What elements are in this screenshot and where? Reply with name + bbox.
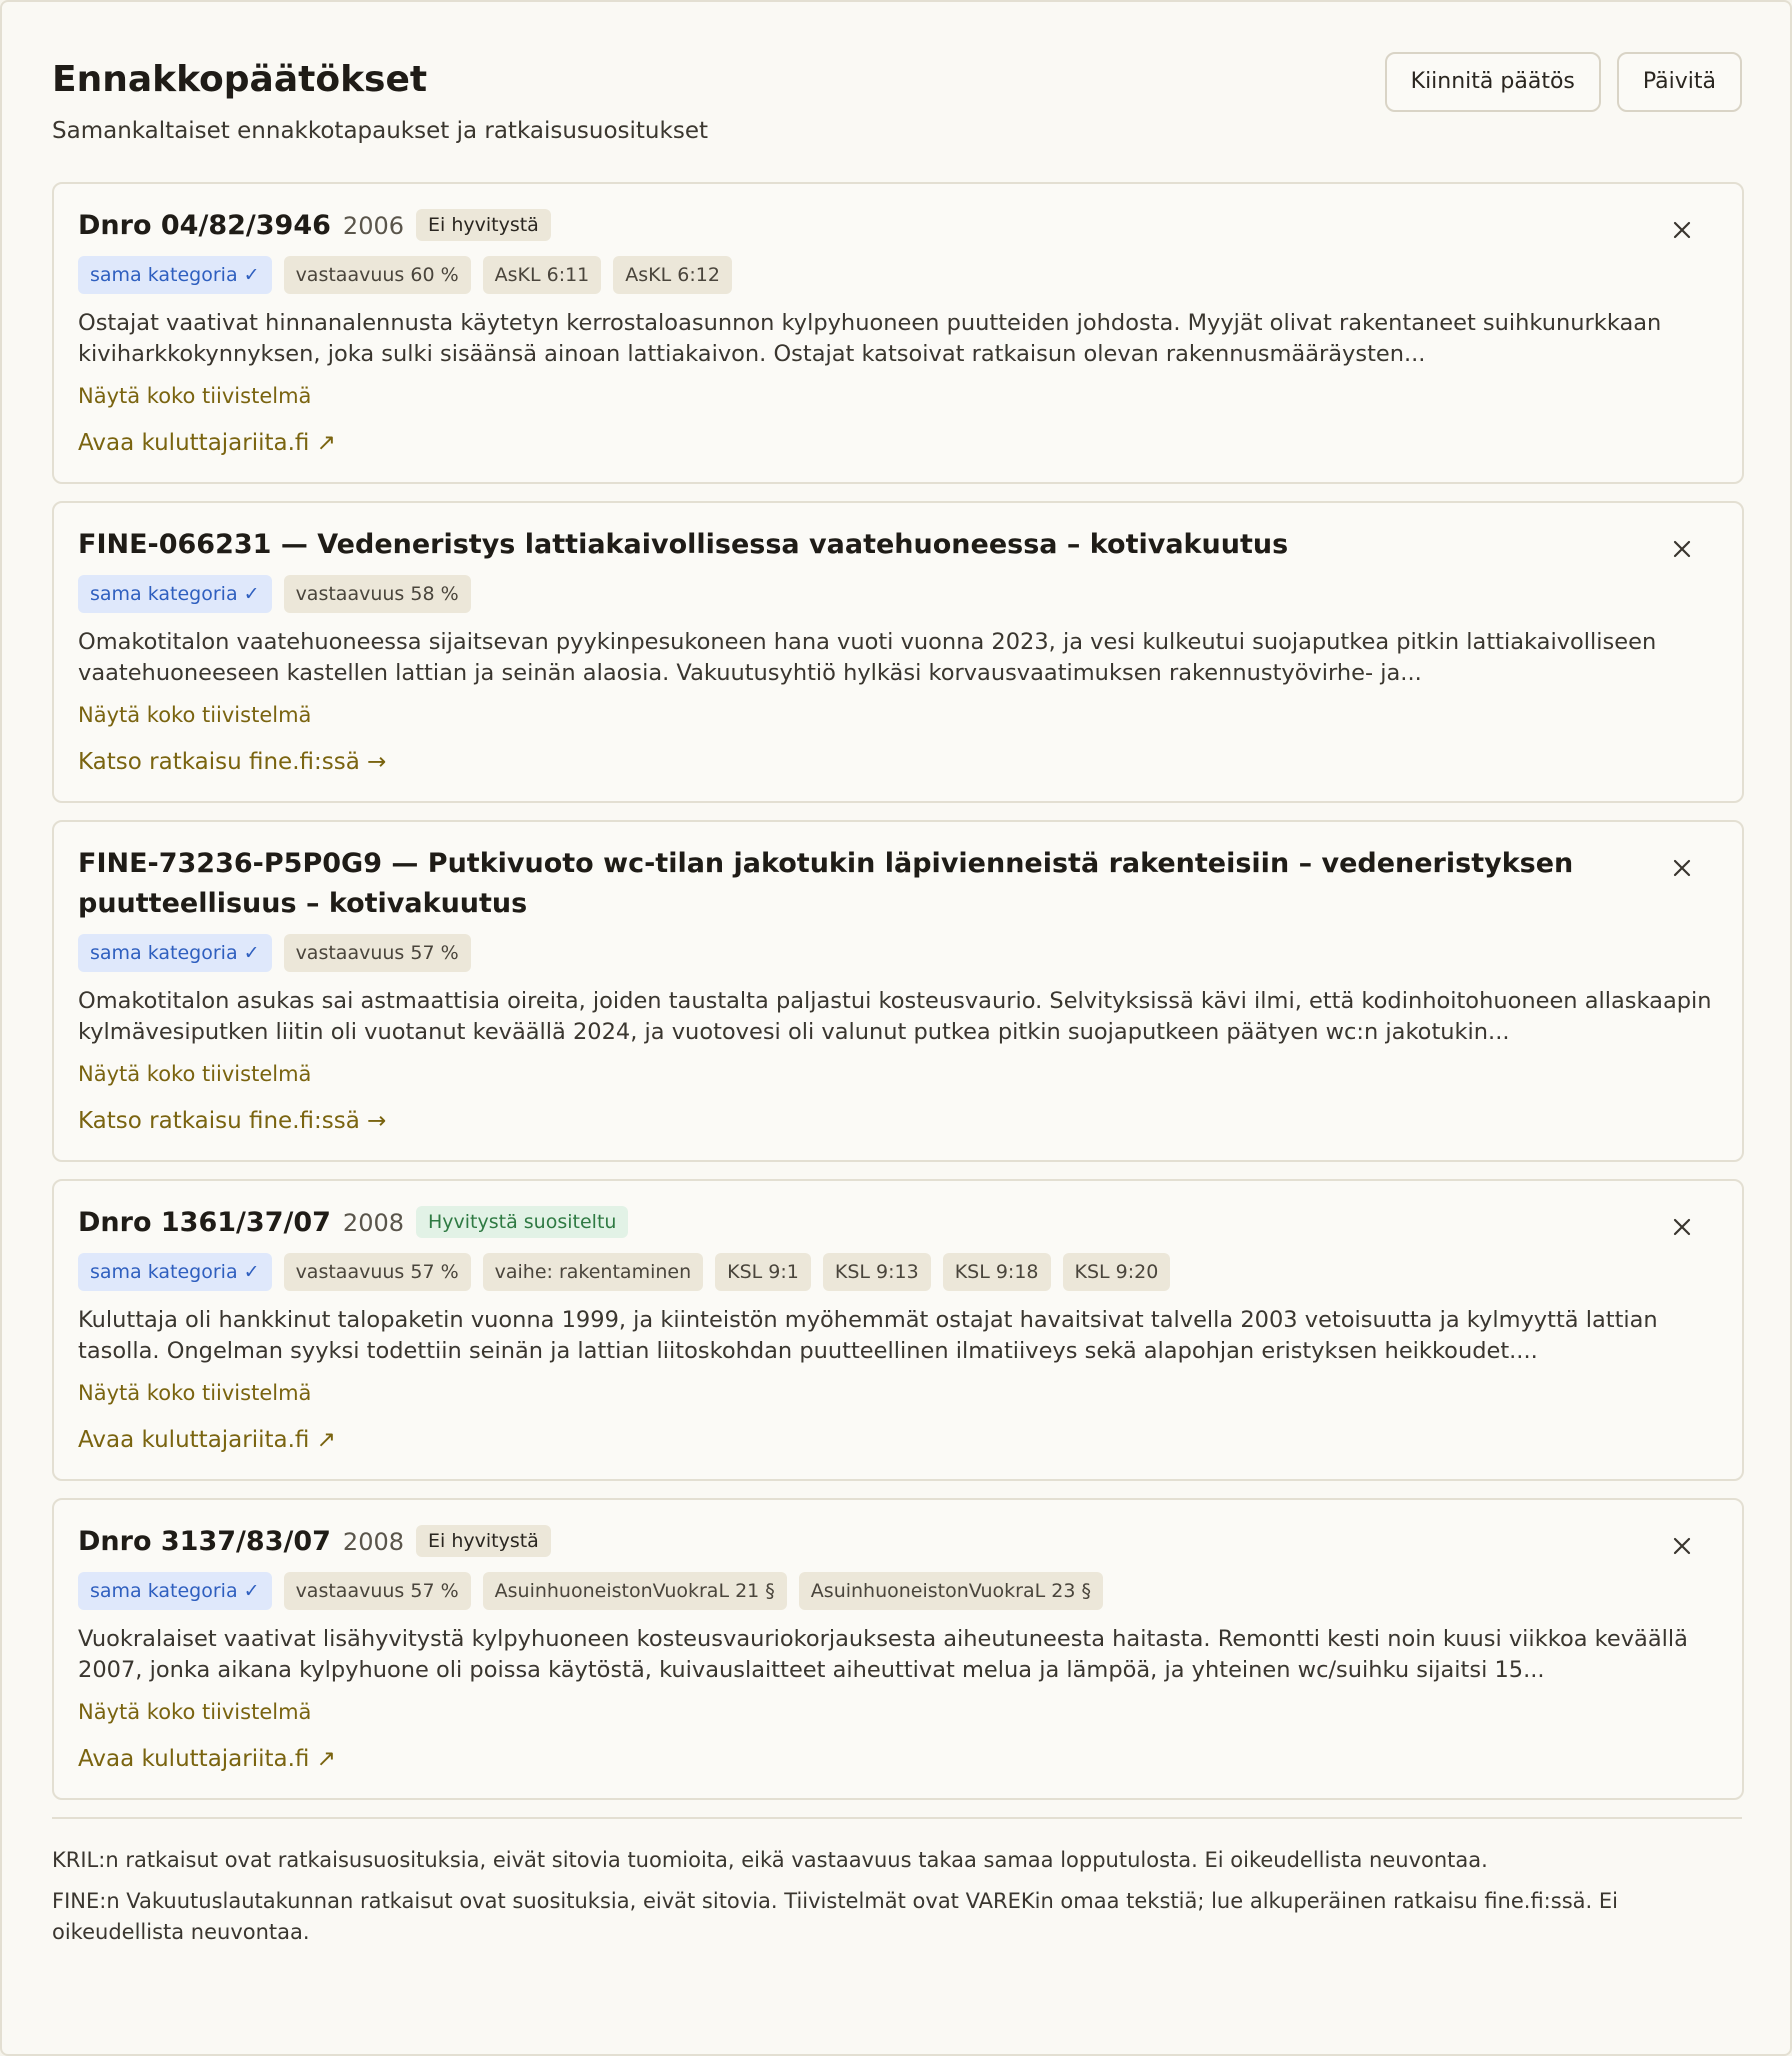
card-title-row: Dnro 3137/83/07 2008 Ei hyvitystä — [78, 1522, 1716, 1562]
card-title: Dnro 1361/37/07 — [78, 1207, 331, 1238]
close-icon — [1673, 221, 1691, 239]
close-icon — [1673, 540, 1691, 558]
card-summary: Vuokralaiset vaativat lisähyvitystä kylp… — [78, 1626, 1688, 1683]
tag-list: sama kategoria ✓ vastaavuus 60 % AsKL 6:11… — [78, 256, 1716, 294]
dismiss-button[interactable] — [1666, 533, 1698, 565]
card-title: FINE-73236-P5P0G9 — Putkivuoto wc-tilan … — [78, 848, 1574, 919]
outcome-badge: Ei hyvitystä — [416, 1525, 551, 1557]
source-link[interactable]: Avaa kuluttajariita.fi ↗ — [78, 1425, 336, 1455]
precedents-panel: Ennakkopäätökset Samankaltaiset ennakkot… — [0, 0, 1792, 2056]
tag: AsuinhuoneistonVuokraL 21 § — [482, 1572, 787, 1610]
close-icon — [1673, 1537, 1691, 1555]
tag-list: sama kategoria ✓ vastaavuus 57 % — [78, 934, 1716, 972]
tag: vastaavuus 57 % — [283, 1572, 471, 1610]
precedent-card: FINE-066231 — Vedeneristys lattiakaivoll… — [52, 501, 1744, 803]
category-tag: sama kategoria ✓ — [78, 934, 272, 972]
card-title: Dnro 04/82/3946 — [78, 210, 331, 241]
tag: vastaavuus 60 % — [283, 256, 471, 294]
tag: KSL 9:18 — [942, 1253, 1051, 1291]
show-full-summary-link[interactable]: Näytä koko tiivistelmä — [78, 701, 1716, 729]
tag: AsuinhuoneistonVuokraL 23 § — [798, 1572, 1103, 1610]
card-title: FINE-066231 — Vedeneristys lattiakaivoll… — [78, 529, 1289, 560]
close-icon — [1673, 859, 1691, 877]
divider — [52, 1817, 1742, 1819]
precedent-card: Dnro 1361/37/07 2008 Hyvitystä suositeltu … — [52, 1179, 1744, 1481]
category-tag: sama kategoria ✓ — [78, 575, 272, 613]
dismiss-button[interactable] — [1666, 214, 1698, 246]
category-tag: sama kategoria ✓ — [78, 1253, 272, 1291]
source-link[interactable]: Katso ratkaisu fine.fi:ssä → — [78, 1106, 386, 1136]
dismiss-button[interactable] — [1666, 1211, 1698, 1243]
pin-decision-button[interactable]: Kiinnitä päätös — [1384, 52, 1601, 112]
precedent-card: Dnro 3137/83/07 2008 Ei hyvitystä sama kat… — [52, 1498, 1744, 1800]
card-title-row: FINE-066231 — Vedeneristys lattiakaivoll… — [78, 525, 1716, 565]
precedent-card: Dnro 04/82/3946 2006 Ei hyvitystä sama kat… — [52, 182, 1744, 484]
tag: vastaavuus 57 % — [283, 1253, 471, 1291]
tag-list: sama kategoria ✓ vastaavuus 57 % Asuinhuon… — [78, 1572, 1716, 1610]
source-link[interactable]: Avaa kuluttajariita.fi ↗ — [78, 1744, 336, 1774]
outcome-badge: Ei hyvitystä — [416, 209, 551, 241]
show-full-summary-link[interactable]: Näytä koko tiivistelmä — [78, 1379, 1716, 1407]
tag: vastaavuus 57 % — [283, 934, 471, 972]
card-year: 2006 — [342, 212, 404, 240]
category-tag: sama kategoria ✓ — [78, 1572, 272, 1610]
card-title-row: Dnro 04/82/3946 2006 Ei hyvitystä — [78, 206, 1716, 246]
refresh-button[interactable]: Päivitä — [1616, 52, 1742, 112]
card-year: 2008 — [342, 1209, 404, 1237]
card-title: Dnro 3137/83/07 — [78, 1526, 331, 1557]
show-full-summary-link[interactable]: Näytä koko tiivistelmä — [78, 1060, 1716, 1088]
close-icon — [1673, 1218, 1691, 1236]
source-link[interactable]: Avaa kuluttajariita.fi ↗ — [78, 428, 336, 458]
dismiss-button[interactable] — [1666, 852, 1698, 884]
dismiss-button[interactable] — [1666, 1530, 1698, 1562]
tag: vastaavuus 58 % — [283, 575, 471, 613]
tag-list: sama kategoria ✓ vastaavuus 57 % vaihe: ra… — [78, 1253, 1716, 1291]
panel-header: Ennakkopäätökset Samankaltaiset ennakkot… — [52, 52, 1742, 144]
show-full-summary-link[interactable]: Näytä koko tiivistelmä — [78, 1698, 1716, 1726]
source-link[interactable]: Katso ratkaisu fine.fi:ssä → — [78, 747, 386, 777]
tag: KSL 9:13 — [822, 1253, 931, 1291]
card-title-row: FINE-73236-P5P0G9 — Putkivuoto wc-tilan … — [78, 844, 1716, 924]
precedent-list: Dnro 04/82/3946 2006 Ei hyvitystä sama kat… — [52, 182, 1744, 1800]
disclaimer-fine: FINE:n Vakuutuslautakunnan ratkaisut ova… — [52, 1889, 1618, 1944]
card-year: 2008 — [342, 1528, 404, 1556]
category-tag: sama kategoria ✓ — [78, 256, 272, 294]
tag: vaihe: rakentaminen — [482, 1253, 704, 1291]
disclaimer-kril: KRIL:n ratkaisut ovat ratkaisusuosituksi… — [52, 1848, 1488, 1872]
card-summary: Omakotitalon vaatehuoneessa sijaitsevan … — [78, 629, 1657, 686]
tag: KSL 9:1 — [715, 1253, 811, 1291]
page-subtitle: Samankaltaiset ennakkotapaukset ja ratka… — [52, 118, 708, 144]
tag: KSL 9:20 — [1062, 1253, 1171, 1291]
tag: AsKL 6:11 — [482, 256, 602, 294]
show-full-summary-link[interactable]: Näytä koko tiivistelmä — [78, 382, 1716, 410]
card-title-row: Dnro 1361/37/07 2008 Hyvitystä suositeltu — [78, 1203, 1716, 1243]
card-summary: Kuluttaja oli hankkinut talopaketin vuon… — [78, 1307, 1658, 1364]
outcome-badge: Hyvitystä suositeltu — [416, 1206, 629, 1238]
card-summary: Omakotitalon asukas sai astmaattisia oir… — [78, 988, 1712, 1045]
tag: AsKL 6:12 — [613, 256, 732, 294]
card-summary: Ostajat vaativat hinnanalennusta käytety… — [78, 310, 1662, 367]
tag-list: sama kategoria ✓ vastaavuus 58 % — [78, 575, 1716, 613]
precedent-card: FINE-73236-P5P0G9 — Putkivuoto wc-tilan … — [52, 820, 1744, 1162]
header-actions: Kiinnitä päätös Päivitä — [1384, 52, 1742, 112]
